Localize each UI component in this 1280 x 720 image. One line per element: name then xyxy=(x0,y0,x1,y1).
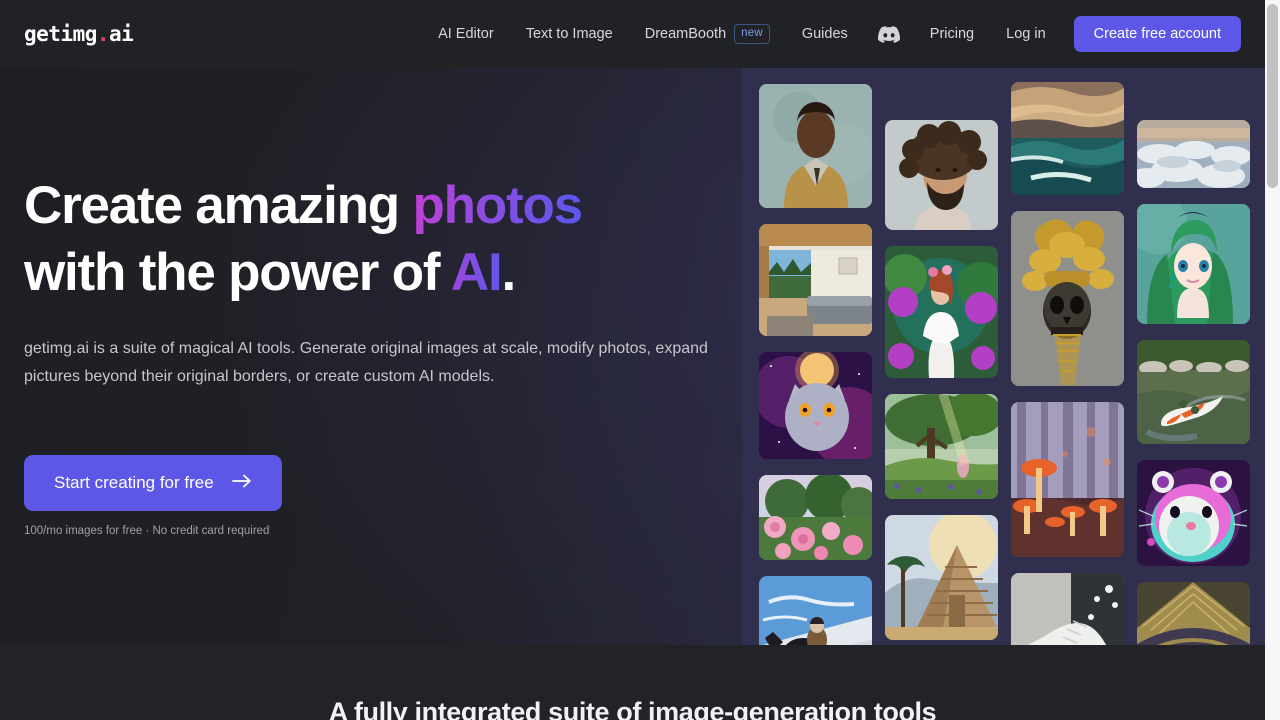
nav-label: Guides xyxy=(801,26,848,42)
nav-label: AI Editor xyxy=(438,26,494,42)
new-badge: new xyxy=(734,24,770,44)
gallery-image-curly-haired-bearded-man[interactable] xyxy=(885,120,998,230)
nav-item-login[interactable]: Log in xyxy=(990,18,1062,50)
gallery-image-neon-rainbow-hamster[interactable] xyxy=(1137,460,1250,566)
headline-accent-ai: AI xyxy=(450,242,503,302)
brand-logo[interactable]: getimg.ai xyxy=(24,22,134,46)
hero-description: getimg.ai is a suite of magical AI tools… xyxy=(24,339,708,385)
gallery-image-portrait-man-in-tan-suit[interactable] xyxy=(759,84,872,208)
gallery-image-stone-pyramid-palms[interactable] xyxy=(885,515,998,640)
start-creating-button[interactable]: Start creating for free xyxy=(24,455,282,512)
nav-label: Pricing xyxy=(929,26,975,42)
gallery-column-3 xyxy=(1011,82,1124,645)
nav-item-ai-editor[interactable]: AI Editor xyxy=(422,18,510,50)
nav-item-dreambooth[interactable]: DreamBooth new xyxy=(629,16,786,51)
gallery-image-woman-white-dress-purple-flowers[interactable] xyxy=(885,246,998,378)
headline-line1-text: Create amazing xyxy=(24,176,413,235)
gallery-image-green-haired-anime-girl[interactable] xyxy=(1137,204,1250,324)
gallery-image-golden-medusa-skull[interactable] xyxy=(1011,211,1124,386)
headline-line2-text: with the power of xyxy=(24,242,451,302)
gallery-image-pink-roses-garden[interactable] xyxy=(759,475,872,560)
page-root: getimg.ai AI Editor Text to Image DreamB… xyxy=(0,0,1265,720)
start-creating-label: Start creating for free xyxy=(54,473,214,493)
gallery-column-2 xyxy=(885,120,998,645)
page-scrollbar[interactable] xyxy=(1265,0,1280,720)
brand-name: getimg xyxy=(24,22,97,46)
gallery-image-warrior-on-horseback[interactable] xyxy=(759,576,872,645)
nav-item-pricing[interactable]: Pricing xyxy=(914,18,990,50)
hero-copy: Create amazing photos with the power of … xyxy=(24,68,744,537)
brand-suffix: ai xyxy=(109,22,134,46)
page-title: Create amazing photos with the power of … xyxy=(24,173,744,307)
gallery-image-glowing-mushroom-forest[interactable] xyxy=(1011,402,1124,557)
gallery-image-cosmic-galaxy-cat[interactable] xyxy=(759,352,872,459)
hero-section: Create amazing photos with the power of … xyxy=(0,68,1265,645)
gallery-image-clouds-above-sunset[interactable] xyxy=(1137,120,1250,188)
image-gallery xyxy=(742,68,1265,645)
discord-icon[interactable] xyxy=(864,18,914,51)
headline-accent-photos: photos xyxy=(412,176,583,235)
nav-item-guides[interactable]: Guides xyxy=(786,18,864,50)
arrow-right-icon xyxy=(231,473,252,493)
nav-label: Text to Image xyxy=(525,26,613,42)
headline-period: . xyxy=(501,242,517,302)
create-free-account-button[interactable]: Create free account xyxy=(1073,16,1241,52)
brand-dot: . xyxy=(96,22,110,46)
next-section: A fully integrated suite of image-genera… xyxy=(0,645,1265,720)
gallery-image-koi-fish-pond[interactable] xyxy=(1137,340,1250,444)
gallery-image-stormy-ocean-waves[interactable] xyxy=(1011,82,1124,195)
scrollbar-thumb[interactable] xyxy=(1267,4,1278,188)
top-navbar: getimg.ai AI Editor Text to Image DreamB… xyxy=(0,0,1265,68)
gallery-image-sunlit-tree-in-forest[interactable] xyxy=(885,394,998,499)
gallery-image-ornate-gold-masked-eyes[interactable] xyxy=(1137,582,1250,645)
nav-item-text-to-image[interactable]: Text to Image xyxy=(510,18,629,50)
cta-note: 100/mo images for free · No credit card … xyxy=(24,525,270,538)
nav-label: Log in xyxy=(1006,26,1046,42)
gallery-column-1 xyxy=(759,84,872,645)
next-section-title: A fully integrated suite of image-genera… xyxy=(328,697,937,720)
gallery-image-white-sneaker-street[interactable] xyxy=(1011,573,1124,645)
gallery-image-cabin-bedroom-forest-view[interactable] xyxy=(759,224,872,336)
nav-links: AI Editor Text to Image DreamBooth new G… xyxy=(422,16,1241,52)
gallery-column-4 xyxy=(1137,120,1250,645)
nav-label: DreamBooth xyxy=(644,26,727,42)
